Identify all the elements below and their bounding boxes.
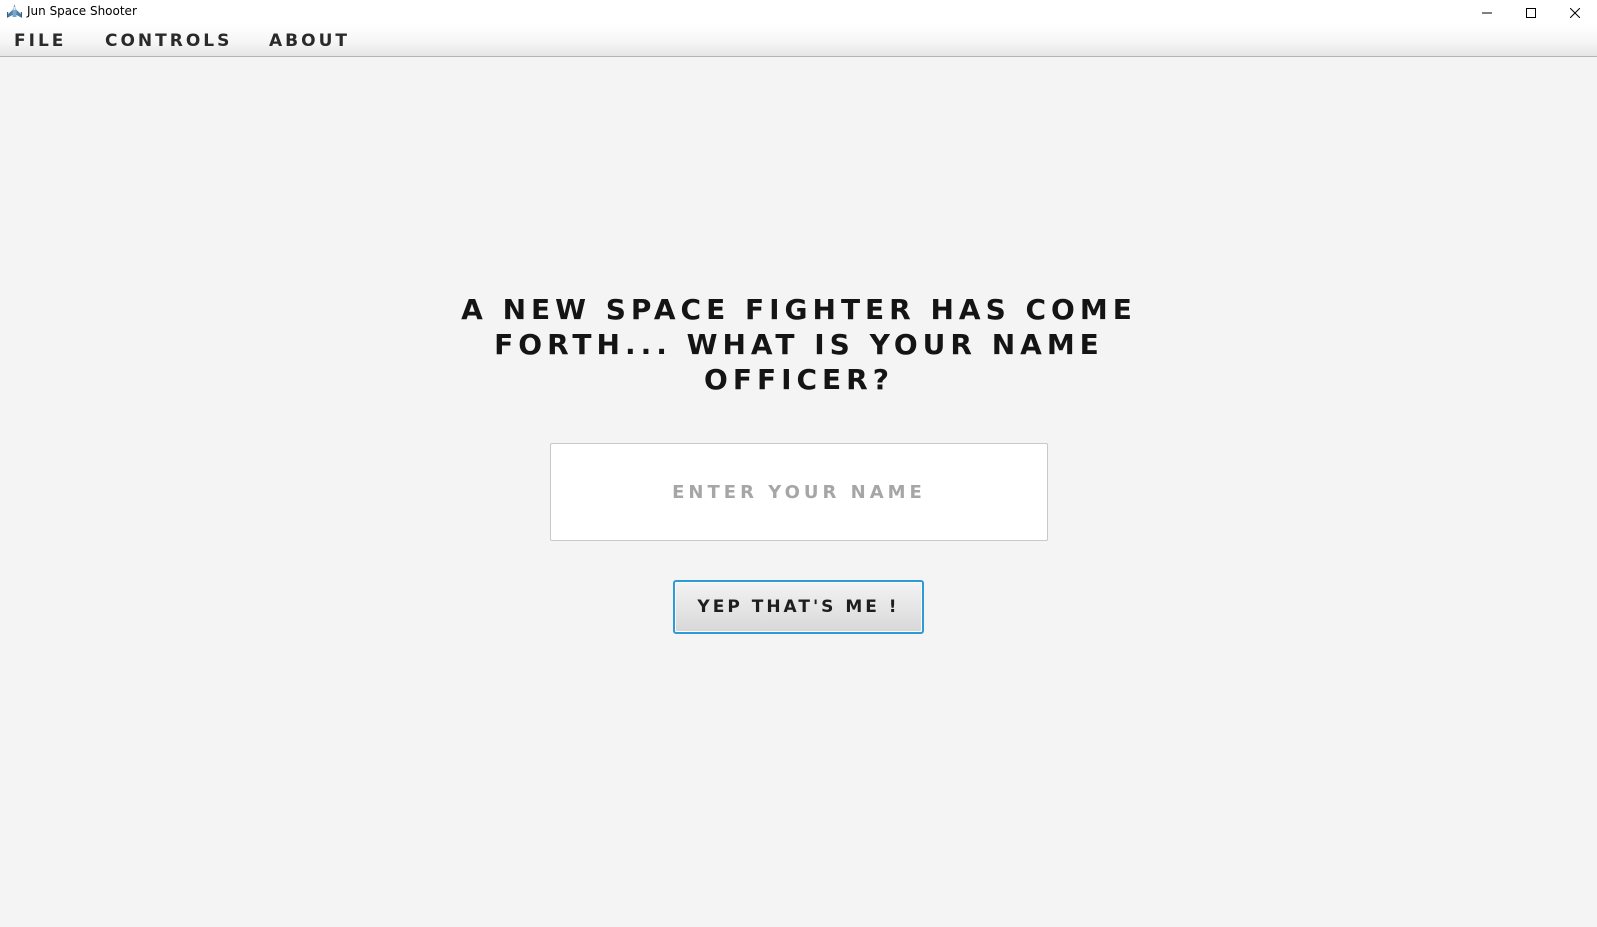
window-title: Jun Space Shooter	[27, 4, 137, 18]
confirm-name-button[interactable]: YEP THAT'S ME !	[673, 580, 924, 634]
maximize-button[interactable]	[1508, 0, 1553, 24]
minimize-button[interactable]	[1464, 0, 1509, 24]
title-bar[interactable]: Jun Space Shooter	[0, 0, 1597, 24]
menu-controls[interactable]: CONTROLS	[105, 24, 232, 56]
close-button[interactable]	[1552, 0, 1597, 24]
menu-file[interactable]: FILE	[14, 24, 66, 56]
app-window: Jun Space Shooter FILE CONTROLS ABOUT A …	[0, 0, 1597, 927]
close-icon	[1569, 3, 1580, 22]
spaceship-icon	[6, 4, 23, 19]
menu-bar: FILE CONTROLS ABOUT	[0, 24, 1597, 57]
name-input[interactable]	[550, 443, 1048, 541]
name-prompt-heading: A NEW SPACE FIGHTER HAS COME FORTH... WH…	[461, 293, 1137, 396]
maximize-icon	[1525, 3, 1536, 22]
minimize-icon	[1481, 3, 1492, 22]
menu-about[interactable]: ABOUT	[269, 24, 350, 56]
